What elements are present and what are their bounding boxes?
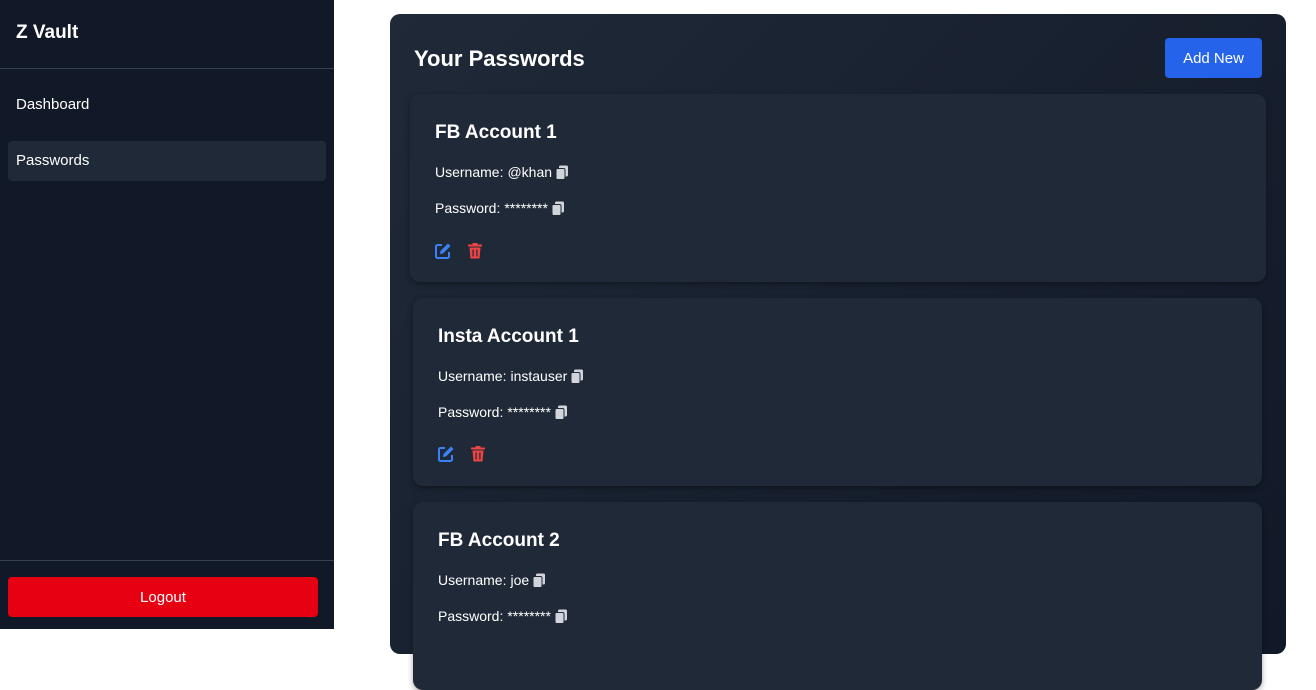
password-value: ******** (504, 200, 548, 216)
username-row: Username: instauser (438, 368, 584, 384)
trash-icon[interactable] (469, 445, 487, 463)
edit-icon[interactable] (434, 242, 452, 260)
password-row: Password: ******** (435, 200, 565, 216)
username-value: instauser (510, 368, 568, 384)
username-value: @khan (507, 164, 553, 180)
panel-header: Your Passwords Add New (414, 38, 1262, 78)
username-label: Username: (438, 572, 507, 588)
add-new-button[interactable]: Add New (1165, 38, 1262, 78)
card-title: FB Account 1 (435, 122, 557, 143)
copy-icon[interactable] (570, 369, 584, 384)
logout-button[interactable]: Logout (8, 577, 318, 617)
password-card: FB Account 2 Username: joe Password: ***… (413, 502, 1262, 690)
copy-icon[interactable] (555, 165, 569, 180)
card-title: FB Account 2 (438, 530, 560, 551)
username-label: Username: (435, 164, 504, 180)
edit-icon[interactable] (437, 445, 455, 463)
card-actions (437, 445, 487, 463)
password-card: Insta Account 1 Username: instauser Pass… (413, 298, 1262, 486)
sidebar-footer: Logout (0, 560, 334, 629)
copy-icon[interactable] (532, 573, 546, 588)
username-label: Username: (438, 368, 507, 384)
username-row: Username: joe (438, 572, 546, 588)
trash-icon[interactable] (466, 242, 484, 260)
password-row: Password: ******** (438, 404, 568, 420)
page-title: Your Passwords (414, 46, 585, 71)
password-row: Password: ******** (438, 608, 568, 624)
password-label: Password: (435, 200, 501, 216)
copy-icon[interactable] (554, 405, 568, 420)
password-value: ******** (507, 608, 551, 624)
password-label: Password: (438, 608, 504, 624)
brand-title: Z Vault (0, 0, 334, 69)
card-actions (434, 242, 484, 260)
username-row: Username: @khan (435, 164, 569, 180)
password-label: Password: (438, 404, 504, 420)
copy-icon[interactable] (551, 201, 565, 216)
sidebar-item-passwords[interactable]: Passwords (8, 141, 326, 181)
sidebar-nav: Dashboard Passwords (0, 69, 334, 181)
sidebar-item-dashboard[interactable]: Dashboard (8, 85, 326, 125)
password-value: ******** (507, 404, 551, 420)
card-title: Insta Account 1 (438, 326, 579, 347)
passwords-panel: Your Passwords Add New FB Account 1 User… (390, 14, 1286, 690)
username-value: joe (510, 572, 530, 588)
sidebar: Z Vault Dashboard Passwords Logout (0, 0, 334, 629)
copy-icon[interactable] (554, 609, 568, 624)
password-card: FB Account 1 Username: @khan Password: *… (410, 94, 1266, 282)
